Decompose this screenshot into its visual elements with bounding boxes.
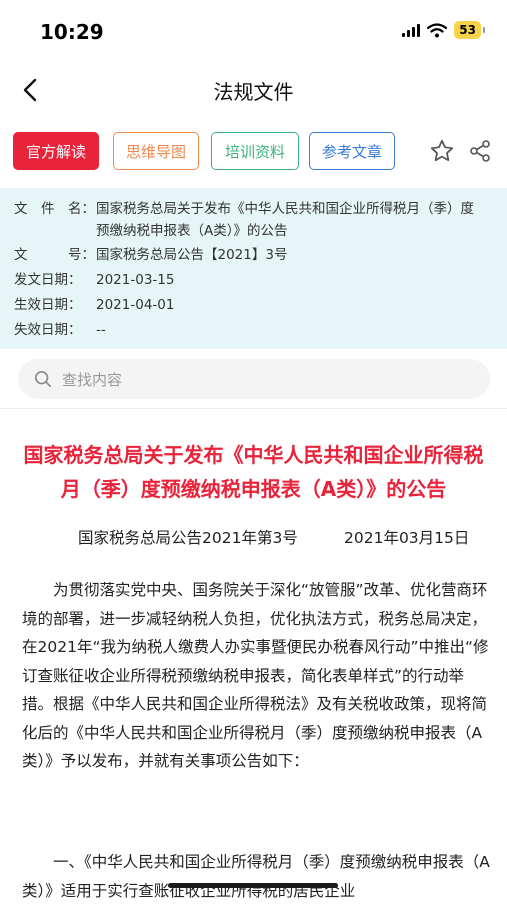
- battery-icon: 53: [454, 21, 481, 39]
- info-row-effective-date: 生效日期： 2021-04-01: [14, 294, 486, 316]
- info-value: --: [96, 322, 106, 338]
- divider: [0, 408, 507, 409]
- document-info-panel: 文 件 名： 国家税务总局关于发布《中华人民共和国企业所得税月（季）度预缴纳税申…: [0, 188, 507, 349]
- info-label: 失效日期：: [14, 322, 82, 338]
- document-paragraph: 一、《中华人民共和国企业所得税月（季）度预缴纳税申报表（A类）》适用于实行查账征…: [22, 853, 490, 900]
- info-row-issue-date: 发文日期： 2021-03-15: [14, 269, 486, 291]
- info-value: 2021-03-15: [96, 272, 175, 288]
- info-row-filename: 文 件 名： 国家税务总局关于发布《中华人民共和国企业所得税月（季）度预缴纳税申…: [14, 198, 486, 242]
- status-time: 10:29: [40, 20, 104, 44]
- status-bar: 10:29 53: [0, 0, 507, 62]
- document-title: 国家税务总局关于发布《中华人民共和国企业所得税月（季）度预缴纳税申报表（A类）》…: [23, 443, 484, 501]
- info-row-expiry-date: 失效日期： --: [14, 319, 486, 341]
- share-button[interactable]: [466, 137, 494, 165]
- info-label: 发文日期：: [14, 272, 82, 288]
- info-row-doc-number: 文 号： 国家税务总局公告【2021】3号: [14, 244, 486, 266]
- training-materials-tab[interactable]: 培训资料: [211, 132, 299, 170]
- info-label: 生效日期：: [14, 297, 82, 313]
- document-number: 国家税务总局公告2021年第3号: [78, 529, 298, 547]
- cellular-signal-icon: [402, 23, 421, 37]
- favorite-button[interactable]: [428, 137, 456, 165]
- status-icons: 53: [402, 21, 485, 39]
- info-value: 2021-04-01: [96, 297, 175, 313]
- document-date: 2021年03月15日: [344, 529, 470, 547]
- official-interpretation-tab[interactable]: 官方解读: [13, 132, 99, 170]
- info-value: 国家税务总局公告【2021】3号: [96, 247, 288, 263]
- home-indicator: [168, 883, 338, 888]
- reference-articles-tab[interactable]: 参考文章: [309, 132, 395, 170]
- mind-map-tab[interactable]: 思维导图: [113, 132, 199, 170]
- search-input[interactable]: 查找内容: [18, 359, 490, 399]
- star-outline-icon: [430, 139, 454, 162]
- info-value: 国家税务总局关于发布《中华人民共和国企业所得税月（季）度预缴纳税申报表（A类）》…: [96, 201, 474, 239]
- battery-cap: [483, 27, 485, 33]
- nav-bar: 法规文件: [0, 62, 507, 118]
- search-placeholder: 查找内容: [62, 370, 123, 389]
- wifi-icon: [427, 22, 448, 37]
- info-label: 文 号：: [14, 247, 95, 263]
- document-paragraph: 为贯彻落实党中央、国务院关于深化“放管服”改革、优化营商环境的部署，进一步减轻纳…: [22, 581, 489, 770]
- info-label: 文 件 名：: [14, 201, 95, 217]
- search-icon: [34, 369, 54, 389]
- tag-row: 官方解读 思维导图 培训资料 参考文章: [13, 132, 503, 172]
- page-title: 法规文件: [213, 80, 294, 104]
- share-icon: [470, 140, 490, 162]
